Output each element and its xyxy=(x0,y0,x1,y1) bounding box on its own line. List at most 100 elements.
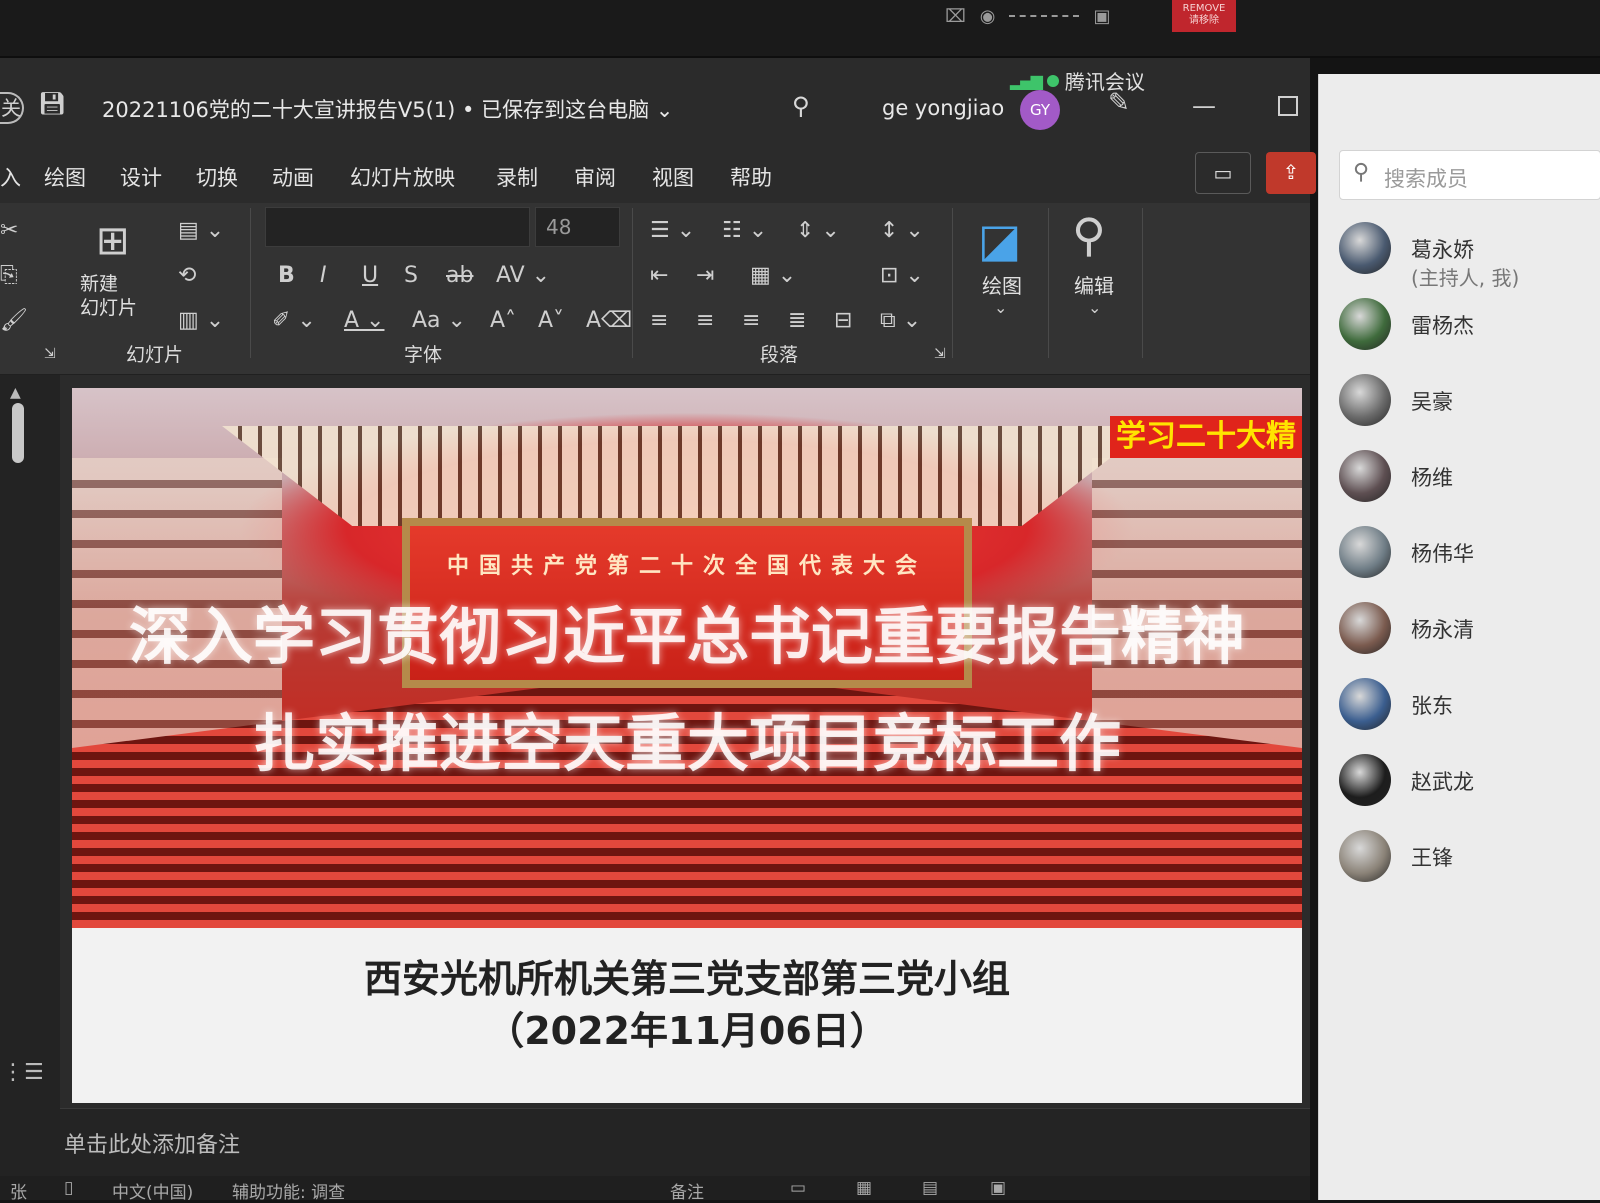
reading-view-icon[interactable]: ▤ xyxy=(922,1178,938,1198)
menu-insert-partial[interactable]: 入 xyxy=(0,162,21,192)
decrease-font-button[interactable]: A˅ xyxy=(538,308,564,333)
scroll-up-icon[interactable]: ▲ xyxy=(10,385,21,401)
user-avatar[interactable]: GY xyxy=(1020,90,1060,130)
tab-help[interactable]: 帮助 xyxy=(730,162,772,192)
slide-canvas[interactable]: 中国共产党第二十次全国代表大会 深入学习贯彻习近平总书记重要报告精神 扎实推进空… xyxy=(72,388,1302,1103)
highlight-icon[interactable]: ✐ ⌄ xyxy=(272,308,316,333)
dialog-launcher-icon[interactable]: ⇲ xyxy=(934,346,946,362)
increase-font-button[interactable]: A˄ xyxy=(490,308,516,333)
member-item[interactable]: 吴豪 xyxy=(1339,374,1600,434)
format-painter-icon[interactable]: 🖌︎ xyxy=(0,308,28,333)
font-size-combobox[interactable]: 48 xyxy=(535,207,620,247)
align-right-icon[interactable]: ≡ xyxy=(742,308,760,333)
outline-icon[interactable]: ⋮☰ xyxy=(2,1060,44,1085)
tab-review[interactable]: 审阅 xyxy=(574,162,616,192)
align-text-icon[interactable]: ⊡ ⌄ xyxy=(880,263,924,288)
font-color-button[interactable]: A ⌄ xyxy=(344,308,384,333)
cut-icon[interactable]: ✂ xyxy=(0,218,18,243)
normal-view-icon[interactable]: ▭ xyxy=(790,1178,806,1198)
corner-tag[interactable]: 学习二十大精 xyxy=(1110,416,1302,458)
clear-formatting-icon[interactable]: A⌫ xyxy=(586,308,632,333)
slide-headline-1[interactable]: 深入学习贯彻习近平总书记重要报告精神 xyxy=(72,586,1302,676)
strikethrough-button[interactable]: ab xyxy=(446,263,473,288)
member-avatar xyxy=(1339,374,1391,426)
underline-button[interactable]: U xyxy=(362,263,378,288)
italic-button[interactable]: I xyxy=(320,263,327,288)
dialog-launcher-icon[interactable]: ⇲ xyxy=(44,346,56,362)
notes-toggle[interactable]: 备注 xyxy=(670,1178,704,1203)
tab-design[interactable]: 设计 xyxy=(120,162,162,192)
member-item[interactable]: 王锋 xyxy=(1339,830,1600,890)
smartart-icon[interactable]: ⧉ ⌄ xyxy=(880,308,921,333)
user-name[interactable]: ge yongjiao xyxy=(882,96,1004,120)
justify-icon[interactable]: ≣ xyxy=(788,308,806,333)
increase-indent-icon[interactable]: ⇥ xyxy=(696,263,714,288)
edit-button[interactable]: 编辑 xyxy=(1074,270,1114,299)
member-search-input[interactable]: 搜索成员 xyxy=(1339,150,1600,200)
change-case-button[interactable]: Aa ⌄ xyxy=(412,308,466,333)
autosave-toggle[interactable]: 关 xyxy=(0,92,24,124)
slide-thumbnail-pane[interactable]: ▲ ⋮☰ ▼ xyxy=(0,375,60,1200)
edit-search-icon[interactable]: ⚲ xyxy=(1072,208,1106,262)
font-name-combobox[interactable] xyxy=(265,207,530,247)
tab-transitions[interactable]: 切换 xyxy=(196,162,238,192)
shadow-button[interactable]: S xyxy=(404,263,418,288)
share-button[interactable]: ⇪ xyxy=(1266,152,1316,194)
search-icon: ⚲ xyxy=(1353,160,1370,185)
chevron-down-icon[interactable]: ⌄ xyxy=(994,298,1007,317)
numbering-icon[interactable]: ☷ ⌄ xyxy=(722,218,767,243)
tab-view[interactable]: 视图 xyxy=(652,162,694,192)
slideshow-view-icon[interactable]: ▣ xyxy=(990,1178,1006,1198)
maximize-button[interactable] xyxy=(1278,96,1298,116)
save-icon[interactable]: 💾︎ xyxy=(38,92,66,117)
align-left-icon[interactable]: ≡ xyxy=(650,308,668,333)
char-spacing-button[interactable]: AV ⌄ xyxy=(496,263,550,288)
decrease-indent-icon[interactable]: ⇤ xyxy=(650,263,668,288)
text-direction-icon[interactable]: ↕ ⌄ xyxy=(880,218,924,243)
title-bar: 关 💾︎ 20221106党的二十大宣讲报告V5(1) • 已保存到这台电脑 ⌄… xyxy=(0,58,1310,150)
draw-icon[interactable]: ◪ xyxy=(978,213,1021,267)
member-item[interactable]: 张东 xyxy=(1339,678,1600,738)
member-item[interactable]: 杨伟华 xyxy=(1339,526,1600,586)
member-avatar xyxy=(1339,526,1391,578)
member-item[interactable]: 杨永清 xyxy=(1339,602,1600,662)
spellcheck-icon[interactable]: ▯ xyxy=(64,1178,73,1198)
slide-organization[interactable]: 西安光机所机关第三党支部第三党小组 xyxy=(72,948,1302,1003)
document-title[interactable]: 20221106党的二十大宣讲报告V5(1) • 已保存到这台电脑 ⌄ xyxy=(102,94,673,124)
search-icon[interactable]: ⚲ xyxy=(792,92,810,120)
copy-icon[interactable]: ⎘ xyxy=(0,263,18,288)
chevron-down-icon[interactable]: ⌄ xyxy=(1088,298,1101,317)
slide-date[interactable]: （2022年11月06日） xyxy=(72,1000,1302,1055)
bullets-icon[interactable]: ☰ ⌄ xyxy=(650,218,695,243)
pen-icon[interactable]: ✎ xyxy=(1108,88,1130,118)
sorter-view-icon[interactable]: ▦ xyxy=(856,1178,872,1198)
tab-animations[interactable]: 动画 xyxy=(272,162,314,192)
tab-slideshow[interactable]: 幻灯片放映 xyxy=(350,162,455,192)
member-item[interactable]: 赵武龙 xyxy=(1339,754,1600,814)
columns-icon[interactable]: ▦ ⌄ xyxy=(750,263,796,288)
member-item[interactable]: 雷杨杰 xyxy=(1339,298,1600,358)
accessibility-status[interactable]: 辅助功能: 调查 xyxy=(232,1178,345,1203)
minimize-button[interactable]: — xyxy=(1192,92,1216,120)
slide-headline-2[interactable]: 扎实推进空天重大项目竞标工作 xyxy=(72,693,1302,783)
member-name: 张东 xyxy=(1411,694,1453,718)
draw-button[interactable]: 绘图 xyxy=(982,270,1022,299)
tab-record[interactable]: 录制 xyxy=(496,162,538,192)
align-center-icon[interactable]: ≡ xyxy=(696,308,714,333)
reset-slide-icon[interactable]: ⟲ xyxy=(178,263,196,288)
notes-pane[interactable]: 单击此处添加备注 xyxy=(60,1108,1310,1176)
ribbon-separator xyxy=(952,208,953,358)
member-item[interactable]: 杨维 xyxy=(1339,450,1600,510)
section-icon[interactable]: ▥ ⌄ xyxy=(178,308,224,333)
layout-icon[interactable]: ▤ ⌄ xyxy=(178,218,224,243)
comment-button[interactable]: ▭ xyxy=(1195,152,1251,194)
distributed-icon[interactable]: ⊟ xyxy=(834,308,852,333)
new-slide-icon[interactable]: ⊞ xyxy=(96,218,130,264)
tab-draw[interactable]: 绘图 xyxy=(44,162,86,192)
member-item[interactable]: 葛永娇 (主持人, 我) xyxy=(1339,222,1600,290)
new-slide-button[interactable]: 新建 幻灯片 xyxy=(80,272,137,320)
language-status[interactable]: 中文(中国) xyxy=(112,1178,193,1203)
line-spacing-icon[interactable]: ⇕ ⌄ xyxy=(796,218,840,243)
scrollbar-thumb[interactable] xyxy=(12,403,24,463)
bold-button[interactable]: B xyxy=(278,263,295,288)
